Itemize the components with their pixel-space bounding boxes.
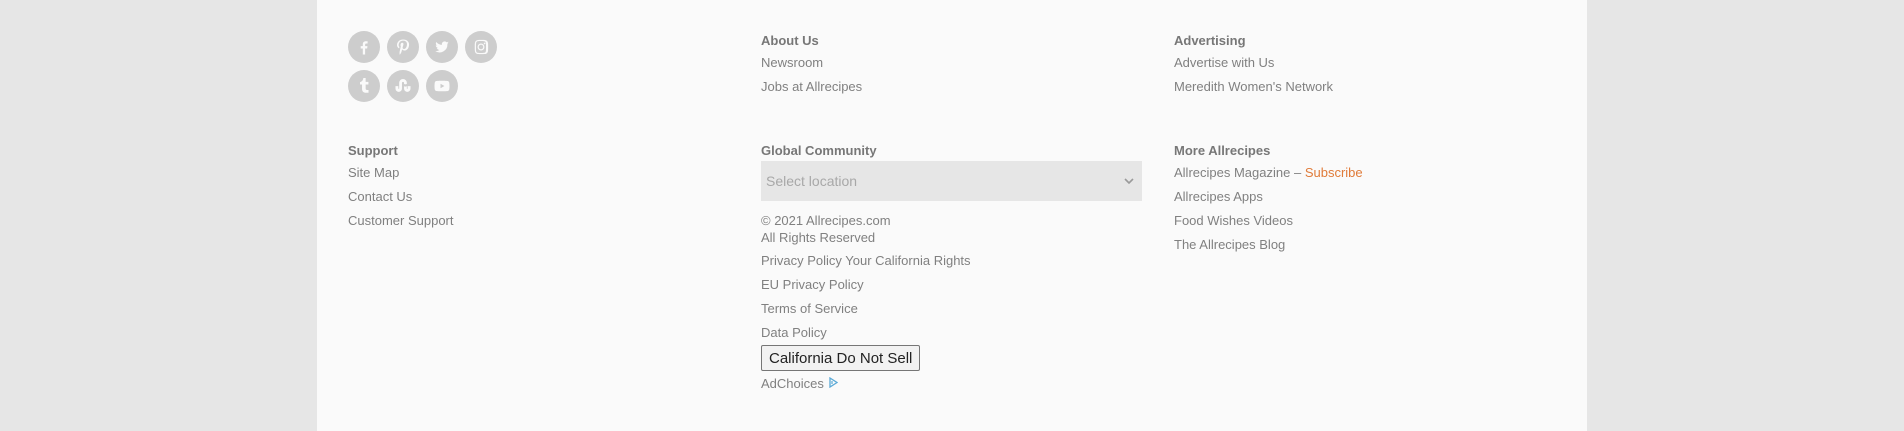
site-map-link[interactable]: Site Map bbox=[348, 165, 399, 180]
location-select[interactable]: Select location bbox=[761, 161, 1142, 201]
site-footer: Support Site Map Contact Us Customer Sup… bbox=[317, 0, 1587, 431]
eu-privacy-policy-link[interactable]: EU Privacy Policy bbox=[761, 277, 864, 292]
newsroom-link[interactable]: Newsroom bbox=[761, 55, 823, 70]
social-icons-row-1 bbox=[348, 31, 497, 63]
privacy-policy-link[interactable]: Privacy Policy Your California Rights bbox=[761, 253, 971, 268]
data-policy-link[interactable]: Data Policy bbox=[761, 325, 827, 340]
meredith-womens-network-link[interactable]: Meredith Women's Network bbox=[1174, 79, 1333, 94]
more-allrecipes-heading: More Allrecipes bbox=[1174, 143, 1271, 158]
facebook-icon[interactable] bbox=[348, 31, 380, 63]
youtube-icon[interactable] bbox=[426, 70, 458, 102]
support-heading: Support bbox=[348, 143, 398, 158]
advertising-heading: Advertising bbox=[1174, 33, 1246, 48]
tumblr-icon[interactable] bbox=[348, 70, 380, 102]
terms-of-service-link[interactable]: Terms of Service bbox=[761, 301, 858, 316]
adchoices-label: AdChoices bbox=[761, 376, 824, 391]
adchoices-link[interactable]: AdChoices bbox=[761, 376, 839, 391]
social-icons-row-2 bbox=[348, 70, 458, 102]
stumbleupon-icon[interactable] bbox=[387, 70, 419, 102]
adchoices-icon bbox=[829, 376, 839, 391]
subscribe-link[interactable]: Subscribe bbox=[1305, 165, 1363, 180]
allrecipes-blog-link[interactable]: The Allrecipes Blog bbox=[1174, 237, 1285, 252]
contact-us-link[interactable]: Contact Us bbox=[348, 189, 412, 204]
magazine-row: Allrecipes Magazine – Subscribe bbox=[1174, 165, 1363, 180]
location-select-placeholder: Select location bbox=[766, 173, 858, 189]
instagram-icon[interactable] bbox=[465, 31, 497, 63]
customer-support-link[interactable]: Customer Support bbox=[348, 213, 454, 228]
allrecipes-magazine-link[interactable]: Allrecipes Magazine – bbox=[1174, 165, 1301, 180]
food-wishes-videos-link[interactable]: Food Wishes Videos bbox=[1174, 213, 1293, 228]
twitter-icon[interactable] bbox=[426, 31, 458, 63]
pinterest-icon[interactable] bbox=[387, 31, 419, 63]
global-community-heading: Global Community bbox=[761, 143, 877, 158]
california-do-not-sell-button[interactable]: California Do Not Sell bbox=[761, 345, 921, 371]
advertise-with-us-link[interactable]: Advertise with Us bbox=[1174, 55, 1274, 70]
about-us-heading: About Us bbox=[761, 33, 819, 48]
allrecipes-apps-link[interactable]: Allrecipes Apps bbox=[1174, 189, 1263, 204]
copyright-text: © 2021 Allrecipes.com bbox=[761, 213, 891, 228]
chevron-down-icon bbox=[1122, 174, 1136, 188]
rights-text: All Rights Reserved bbox=[761, 230, 876, 245]
jobs-link[interactable]: Jobs at Allrecipes bbox=[761, 79, 862, 94]
